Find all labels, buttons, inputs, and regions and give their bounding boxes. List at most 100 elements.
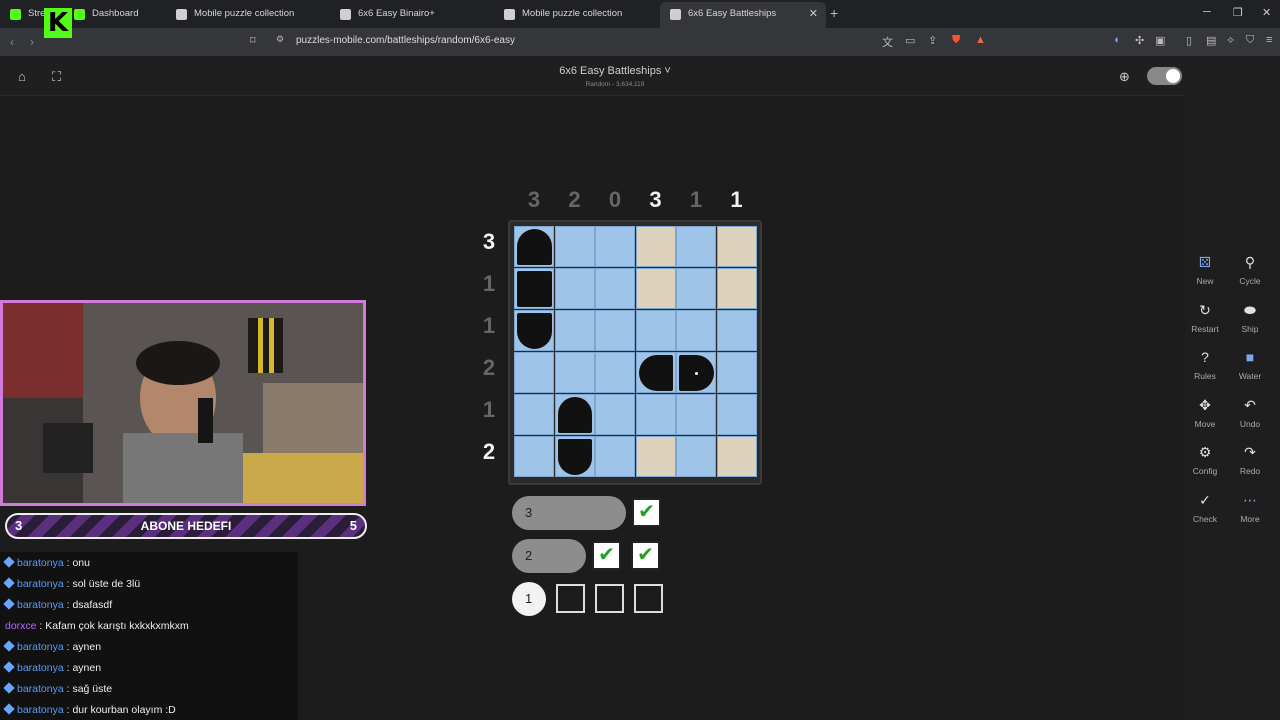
sidebar-icon[interactable]: ▯ [1186, 34, 1192, 47]
chat-panel: baratonya : onu baratonya : sol üste de 3… [0, 552, 298, 720]
tool-move-button[interactable]: ✥ Move [1185, 397, 1225, 429]
chat-text: : aynen [63, 662, 102, 674]
screenshot-icon[interactable]: ▣ [1155, 34, 1165, 47]
grid-cell[interactable] [554, 352, 595, 393]
grid-cell[interactable] [514, 436, 554, 477]
zoom-icon[interactable]: ⊕ [1119, 69, 1130, 85]
chat-username[interactable]: baratonya [17, 641, 64, 653]
grid-cell[interactable] [716, 352, 757, 393]
tool-label: New [1196, 276, 1214, 286]
grid-cell[interactable] [716, 310, 757, 351]
close-window-icon[interactable]: ✕ [1262, 6, 1271, 19]
fleet-empty-box [595, 584, 624, 613]
grid-cell[interactable] [554, 268, 595, 309]
chat-username[interactable]: baratonya [17, 704, 64, 716]
chat-username[interactable]: baratonya [17, 599, 64, 611]
grid-cell[interactable] [514, 394, 554, 435]
grid-cell[interactable] [595, 310, 635, 351]
leo-icon[interactable]: ✧ [1226, 34, 1235, 47]
maximize-icon[interactable]: ❐ [1233, 6, 1243, 19]
sub-goal-target: 5 [349, 518, 357, 533]
ship-icon: ⬬ [1244, 301, 1256, 318]
badge-icon [3, 577, 15, 589]
grid-cell[interactable] [676, 394, 716, 435]
tool-more-button[interactable]: ⋯ More [1230, 492, 1270, 524]
ship-segment[interactable] [557, 439, 592, 475]
fleet-check-box: ✔ [592, 541, 621, 570]
ship-segment[interactable] [517, 271, 552, 307]
check-icon: ✓ [1199, 491, 1211, 508]
tab-mobile-puzzle-1[interactable]: Mobile puzzle collection [166, 2, 332, 28]
tool-ship-button[interactable]: ⬬ Ship [1230, 302, 1270, 334]
chat-username[interactable]: baratonya [17, 578, 64, 590]
url-field[interactable]: puzzles-mobile.com/battleships/random/6x… [296, 35, 515, 46]
grid-cell[interactable] [676, 268, 716, 309]
grid-cell[interactable] [554, 226, 595, 267]
site-info-icon[interactable]: ⚙ [276, 34, 284, 45]
badge-icon [3, 661, 15, 673]
theme-toggle[interactable] [1147, 67, 1182, 85]
close-tab-icon[interactable]: ✕ [809, 2, 818, 26]
tool-new-button[interactable]: ⚄ New [1185, 254, 1225, 286]
tool-label: Config [1192, 466, 1218, 476]
ship-segment[interactable] [517, 229, 552, 265]
grid-cell[interactable] [635, 436, 676, 477]
grid-cell[interactable] [514, 352, 554, 393]
ship-segment[interactable] [557, 397, 592, 433]
grid-cell[interactable] [595, 268, 635, 309]
puzzle-title[interactable]: 6x6 Easy Battleships ˅ [0, 65, 1230, 77]
tab-battleships[interactable]: 6x6 Easy Battleships ✕ [660, 2, 826, 28]
tool-rules-button[interactable]: ? Rules [1185, 349, 1225, 381]
grid-cell[interactable] [595, 394, 635, 435]
grid-cell[interactable] [716, 226, 757, 267]
minimize-icon[interactable]: ─ [1203, 6, 1211, 18]
grid-cell[interactable] [635, 394, 676, 435]
bookmark-icon[interactable]: ⌑ [250, 34, 256, 47]
redo-icon: ↷ [1244, 444, 1256, 460]
grid-cell[interactable] [595, 352, 635, 393]
grid-cell[interactable] [716, 436, 757, 477]
translate-icon[interactable]: 文 [882, 34, 893, 50]
ship-segment[interactable] [679, 355, 714, 391]
back-icon[interactable]: ‹ [10, 35, 14, 49]
grid-cell[interactable] [676, 436, 716, 477]
forward-icon[interactable]: › [30, 35, 34, 49]
tool-check-button[interactable]: ✓ Check [1185, 492, 1225, 524]
tab-mobile-puzzle-2[interactable]: Mobile puzzle collection [494, 2, 660, 28]
rewards-icon[interactable]: ▲ [975, 34, 986, 46]
cast-icon[interactable]: ▭ [905, 34, 915, 47]
wallet-icon[interactable]: ▤ [1206, 34, 1216, 47]
ship-segment[interactable] [638, 355, 673, 391]
chat-username[interactable]: baratonya [17, 662, 64, 674]
grid-cell[interactable] [635, 310, 676, 351]
vpn-icon[interactable]: ⛉ [1246, 34, 1254, 47]
grid-cell[interactable] [676, 226, 716, 267]
brave-shield-icon[interactable]: ⛊ [952, 34, 960, 47]
tool-restart-button[interactable]: ↻ Restart [1185, 302, 1225, 334]
grid-cell[interactable] [676, 310, 716, 351]
tab-dashboard[interactable]: Dashboard [64, 2, 164, 28]
tool-cycle-button[interactable]: ⚲ Cycle [1230, 254, 1270, 286]
share-icon[interactable]: ⇪ [928, 34, 937, 47]
ship-segment[interactable] [517, 313, 552, 349]
chat-username[interactable]: baratonya [17, 557, 64, 569]
tab-binairo[interactable]: 6x6 Easy Binairo+ [330, 2, 496, 28]
grid-cell[interactable] [716, 268, 757, 309]
grid-cell[interactable] [554, 310, 595, 351]
tool-label: Rules [1194, 371, 1216, 381]
menu-icon[interactable]: ≡ [1266, 34, 1272, 46]
chat-username[interactable]: baratonya [17, 683, 64, 695]
chat-username[interactable]: dorxce [5, 620, 37, 632]
grid-cell[interactable] [595, 226, 635, 267]
tool-water-button[interactable]: ■ Water [1230, 349, 1270, 381]
new-tab-icon[interactable]: + [830, 5, 838, 21]
tool-redo-button[interactable]: ↷ Redo [1230, 444, 1270, 476]
tool-undo-button[interactable]: ↶ Undo [1230, 397, 1270, 429]
grid-cell[interactable] [716, 394, 757, 435]
grid-cell[interactable] [595, 436, 635, 477]
extensions-icon[interactable]: ✣ [1135, 34, 1144, 47]
grid-cell[interactable] [635, 226, 676, 267]
audio-icon[interactable]: ◖ [1113, 34, 1120, 46]
tool-config-button[interactable]: ⚙ Config [1185, 444, 1225, 476]
grid-cell[interactable] [635, 268, 676, 309]
